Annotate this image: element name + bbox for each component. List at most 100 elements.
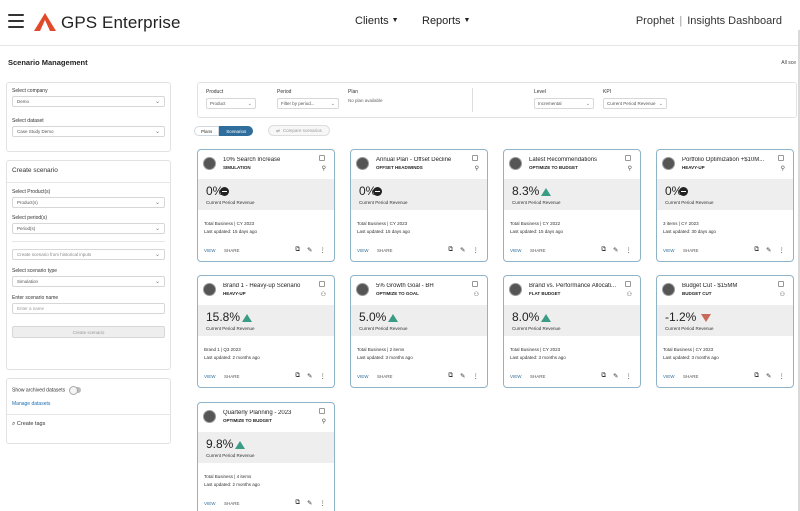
scenario-card[interactable]: 10% Search Increase SIMULATION ⚲ 0% Curr… xyxy=(197,149,335,262)
copy-icon[interactable]: ⧉ xyxy=(448,246,453,254)
kpi-metric: Current Period Revenue xyxy=(359,200,408,205)
dataset-label: Select dataset xyxy=(12,118,44,124)
create-scenario-button[interactable]: Create scenario xyxy=(12,326,165,338)
more-vertical-icon[interactable]: ⋮ xyxy=(320,372,327,380)
scenario-card[interactable]: Brand 1 - Heavy-up Scenario HEAVY-UP ⚇ 1… xyxy=(197,275,335,388)
more-vertical-icon[interactable]: ⋮ xyxy=(626,246,633,254)
dataset-select[interactable]: Case Study Demo ⌄ xyxy=(12,126,165,137)
company-select[interactable]: Demo ⌄ xyxy=(12,96,165,107)
historical-inputs-select[interactable]: Create scenario from historical inputs ⌄ xyxy=(12,249,165,260)
scenario-card[interactable]: Latest Recommendations OPTIMIZE TO BUDGE… xyxy=(503,149,641,262)
all-scenarios-link[interactable]: All sce xyxy=(781,60,796,66)
share-button[interactable]: SHARE xyxy=(683,374,699,379)
select-checkbox[interactable] xyxy=(625,155,631,161)
page-bar: Scenario Management All sce xyxy=(0,46,800,76)
scenario-card[interactable]: Portfolio Optimization +$10M... HEAVY-UP… xyxy=(656,149,794,262)
show-archived-row: Show archived datasets xyxy=(12,386,165,395)
scenario-card[interactable]: Annual Plan - Offset Decline OFFSET HEAD… xyxy=(350,149,488,262)
copy-icon[interactable]: ⧉ xyxy=(295,372,300,380)
view-button[interactable]: VIEW xyxy=(204,501,216,506)
scenario-type-select[interactable]: Simulation ⌄ xyxy=(12,276,165,287)
view-button[interactable]: VIEW xyxy=(204,248,216,253)
manage-datasets-link[interactable]: Manage datasets xyxy=(12,401,165,407)
trend-up-icon xyxy=(540,314,551,322)
copy-icon[interactable]: ⧉ xyxy=(601,246,606,254)
select-checkbox[interactable] xyxy=(778,281,784,287)
hamburger-menu-icon[interactable] xyxy=(8,14,24,28)
scenario-type: SIMULATION xyxy=(223,165,251,170)
edit-pencil-icon[interactable]: ✎ xyxy=(307,499,312,507)
view-button[interactable]: VIEW xyxy=(357,374,369,379)
scenario-card[interactable]: Brand vs. Performance Allocati... FLAT B… xyxy=(503,275,641,388)
copy-icon[interactable]: ⧉ xyxy=(448,372,453,380)
prophet-insights[interactable]: Prophet | Insights Dashboard xyxy=(636,15,782,27)
view-button[interactable]: VIEW xyxy=(510,374,522,379)
tab-scenarios[interactable]: Scenarios xyxy=(219,126,254,136)
edit-pencil-icon[interactable]: ✎ xyxy=(613,372,618,380)
products-select[interactable]: Product(s) ⌄ xyxy=(12,197,165,208)
level-filter-select[interactable]: Incremental ⌄ xyxy=(534,98,594,109)
share-button[interactable]: SHARE xyxy=(377,374,393,379)
edit-pencil-icon[interactable]: ✎ xyxy=(613,246,618,254)
more-vertical-icon[interactable]: ⋮ xyxy=(779,246,786,254)
more-vertical-icon[interactable]: ⋮ xyxy=(320,246,327,254)
nav-clients[interactable]: Clients ▼ xyxy=(355,15,399,27)
view-button[interactable]: VIEW xyxy=(357,248,369,253)
edit-pencil-icon[interactable]: ✎ xyxy=(307,246,312,254)
select-checkbox[interactable] xyxy=(319,408,325,414)
create-tags-button[interactable]: ⌕ Create tags xyxy=(12,421,165,428)
scenario-name-input[interactable]: Enter a name xyxy=(12,303,165,314)
more-vertical-icon[interactable]: ⋮ xyxy=(626,372,633,380)
view-button[interactable]: VIEW xyxy=(663,248,675,253)
select-checkbox[interactable] xyxy=(319,281,325,287)
edit-pencil-icon[interactable]: ✎ xyxy=(766,246,771,254)
share-button[interactable]: SHARE xyxy=(377,248,393,253)
view-button[interactable]: VIEW xyxy=(204,374,216,379)
copy-icon[interactable]: ⧉ xyxy=(601,372,606,380)
more-vertical-icon[interactable]: ⋮ xyxy=(320,499,327,507)
scenario-card[interactable]: Quarterly Planning - 2023 OPTIMIZE TO BU… xyxy=(197,402,335,511)
copy-icon[interactable]: ⧉ xyxy=(754,372,759,380)
select-checkbox[interactable] xyxy=(778,155,784,161)
kpi-filter-select[interactable]: Current Period Revenue ⌄ xyxy=(603,98,667,109)
share-button[interactable]: SHARE xyxy=(530,374,546,379)
scenario-title: Brand vs. Performance Allocati... xyxy=(529,283,617,289)
kpi-value: 5.0% xyxy=(359,310,387,324)
tab-plans[interactable]: Plans xyxy=(194,126,220,136)
share-button[interactable]: SHARE xyxy=(224,248,240,253)
kpi-value: -1.2% xyxy=(665,310,697,324)
trend-up-icon xyxy=(234,441,245,449)
scenario-card[interactable]: Budget Cut - $15MM BUDGET CUT ⚇ -1.2% Cu… xyxy=(656,275,794,388)
view-button[interactable]: VIEW xyxy=(510,248,522,253)
scenario-updated: Last updated: 15 days ago xyxy=(357,229,411,234)
compare-scenarios-button[interactable]: ⇄ Compare scenarios xyxy=(268,125,330,136)
more-vertical-icon[interactable]: ⋮ xyxy=(473,246,480,254)
edit-pencil-icon[interactable]: ✎ xyxy=(766,372,771,380)
copy-icon[interactable]: ⧉ xyxy=(754,246,759,254)
share-button[interactable]: SHARE xyxy=(224,501,240,506)
more-vertical-icon[interactable]: ⋮ xyxy=(473,372,480,380)
nav-reports[interactable]: Reports ▼ xyxy=(422,15,470,27)
select-checkbox[interactable] xyxy=(472,155,478,161)
edit-pencil-icon[interactable]: ✎ xyxy=(307,372,312,380)
periods-select[interactable]: Period(s) ⌄ xyxy=(12,223,165,234)
product-filter-select[interactable]: Product ⌄ xyxy=(206,98,256,109)
scenario-scope: Total Business | CY 2023 xyxy=(510,347,561,352)
period-filter-select[interactable]: Filter by period... ⌄ xyxy=(277,98,339,109)
view-button[interactable]: VIEW xyxy=(663,374,675,379)
chevron-down-icon: ⌄ xyxy=(154,99,160,105)
share-button[interactable]: SHARE xyxy=(530,248,546,253)
share-button[interactable]: SHARE xyxy=(683,248,699,253)
select-checkbox[interactable] xyxy=(472,281,478,287)
edit-pencil-icon[interactable]: ✎ xyxy=(460,246,465,254)
select-checkbox[interactable] xyxy=(319,155,325,161)
show-archived-toggle[interactable] xyxy=(69,386,82,395)
copy-icon[interactable]: ⧉ xyxy=(295,246,300,254)
scenario-avatar-icon xyxy=(509,157,522,170)
select-checkbox[interactable] xyxy=(625,281,631,287)
edit-pencil-icon[interactable]: ✎ xyxy=(460,372,465,380)
copy-icon[interactable]: ⧉ xyxy=(295,499,300,507)
more-vertical-icon[interactable]: ⋮ xyxy=(779,372,786,380)
share-button[interactable]: SHARE xyxy=(224,374,240,379)
scenario-card[interactable]: 5% Growth Goal - BH OPTIMIZE TO GOAL ⚇ 5… xyxy=(350,275,488,388)
